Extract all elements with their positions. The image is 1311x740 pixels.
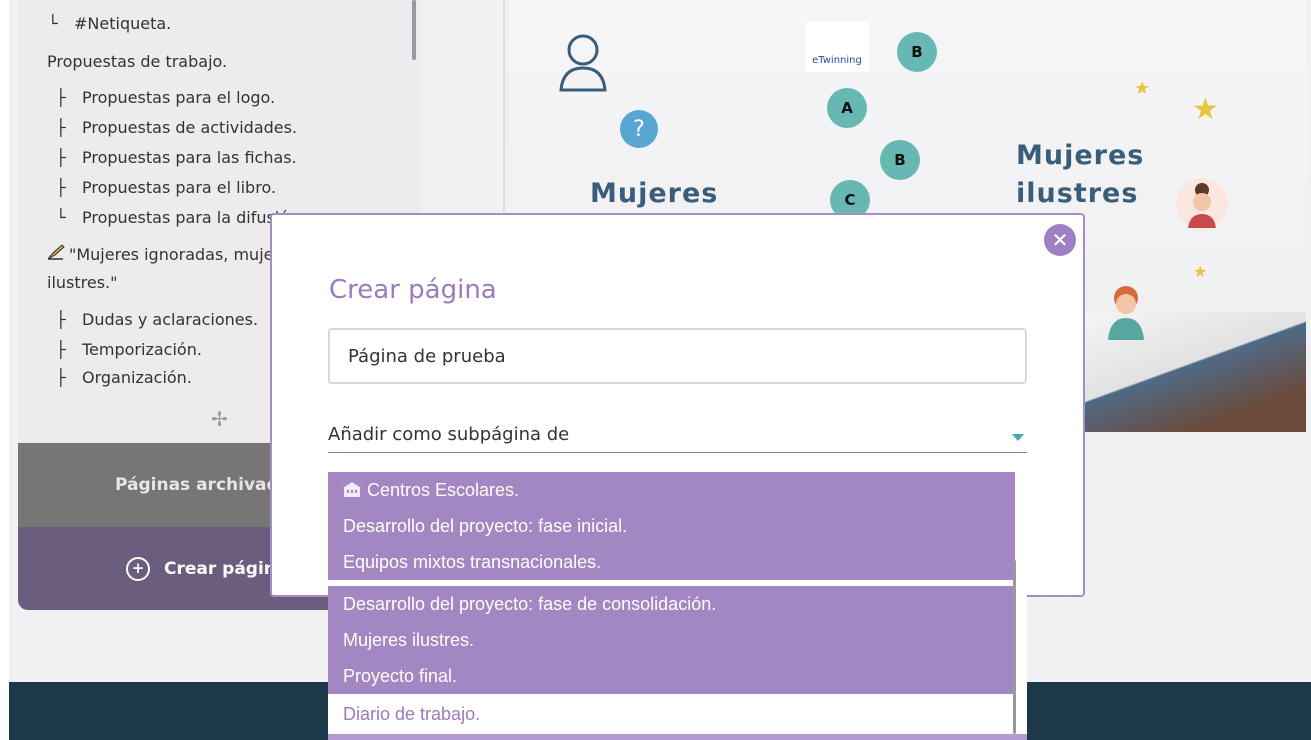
close-icon[interactable]: ✕ (1044, 224, 1076, 256)
etwinning-logo-text: eTwinning (812, 55, 862, 66)
dropdown-option[interactable]: Diario de trabajo. (328, 696, 1015, 732)
tree-item-organizacion[interactable]: ├ Organización. (56, 368, 192, 387)
tree-scrollbar[interactable] (412, 0, 416, 60)
tree-item-label: Propuestas de actividades. (82, 118, 298, 137)
tree-branch-icon: ├ (56, 340, 66, 359)
create-page-label: Crear página (164, 558, 288, 579)
pencil-hand-icon (47, 244, 67, 264)
question-icon: ? (620, 110, 658, 148)
page-name-input[interactable] (328, 328, 1027, 384)
dropdown-option[interactable]: Mujeres ilustres. (328, 622, 1015, 658)
dropdown-option[interactable]: Desarrollo del proyecto: fase inicial. (328, 508, 1015, 544)
dropdown-option-label: Equipos mixtos transnacionales. (343, 551, 602, 572)
letter-bubble: B (880, 140, 920, 180)
tree-branch-icon: └ (56, 208, 66, 227)
tree-item-libro[interactable]: ├ Propuestas para el libro. (56, 178, 276, 197)
tree-branch-icon: ├ (56, 118, 66, 137)
tree-item-label: Propuestas de trabajo. (47, 52, 228, 71)
parent-page-select[interactable]: Añadir como subpágina de (328, 424, 569, 445)
tree-item-mujeres-ignoradas-cont[interactable]: ilustres." (47, 273, 118, 292)
plus-circle-icon: + (126, 556, 150, 581)
tree-item-label: Dudas y aclaraciones. (82, 310, 259, 329)
dropdown-option[interactable]: Centros Escolares. (328, 472, 1015, 508)
dropdown-option-label: Desarrollo del proyecto: fase inicial. (343, 515, 628, 536)
tree-item-fichas[interactable]: ├ Propuestas para las fichas. (56, 148, 297, 167)
etwinning-logo: eTwinning (805, 22, 869, 72)
dropdown-option[interactable]: Proyecto final. (328, 658, 1015, 694)
parent-page-dropdown: Centros Escolares. Desarrollo del proyec… (328, 460, 1027, 740)
tree-item-label: Propuestas para las fichas. (82, 148, 297, 167)
tree-item-label: #Netiqueta. (74, 14, 172, 33)
dropdown-option[interactable]: Desarrollo del proyecto: fase de consoli… (328, 586, 1015, 622)
tree-item-label: "Mujeres ignoradas, mujeres (69, 245, 298, 264)
tree-item-dudas[interactable]: ├ Dudas y aclaraciones. (56, 310, 258, 329)
woman-glasses-icon (1176, 178, 1228, 230)
banner-title-left: Mujeres (590, 178, 719, 209)
star-icon: ★ (1134, 78, 1151, 99)
tree-branch-icon: ├ (56, 368, 66, 387)
dropdown-option-label: Centros Escolares. (367, 479, 520, 500)
tree-item-label: Propuestas para el logo. (82, 88, 276, 107)
tree-item-label: Propuestas para el libro. (82, 178, 277, 197)
dropdown-option-label: Proyecto final. (343, 665, 458, 686)
banner-title-right-2: ilustres (1016, 178, 1139, 209)
dropdown-option[interactable]: Equipos mixtos transnacionales. (328, 544, 1015, 580)
woman-avatar-icon (559, 34, 607, 92)
dropdown-option-label: Desarrollo del proyecto: fase de consoli… (343, 593, 717, 614)
caret-down-icon[interactable] (1012, 434, 1024, 441)
school-icon (343, 482, 361, 498)
dialog-title: Crear página (329, 275, 497, 305)
tree-item-difusion[interactable]: └ Propuestas para la difusión. (56, 208, 304, 227)
select-underline (328, 452, 1027, 453)
woman-reading-icon (1108, 286, 1144, 340)
dropdown-bottom-border (328, 734, 1027, 740)
tree-item-actividades[interactable]: ├ Propuestas de actividades. (56, 118, 297, 137)
star-icon: ★ (1192, 92, 1219, 127)
tree-branch-icon: └ (48, 14, 58, 33)
column-divider (503, 0, 505, 212)
tree-branch-icon: ├ (56, 88, 66, 107)
tree-item-propuestas-trabajo[interactable]: Propuestas de trabajo. (47, 52, 227, 71)
tree-item-mujeres-ignoradas[interactable]: "Mujeres ignoradas, mujeres (47, 244, 298, 264)
tree-item-label: Temporización. (82, 340, 202, 359)
star-icon: ★ (1193, 262, 1208, 281)
tree-item-label: Organización. (82, 368, 192, 387)
tree-branch-icon: ├ (56, 148, 66, 167)
tree-item-netiqueta[interactable]: └ #Netiqueta. (48, 14, 171, 33)
dropdown-option-label: Diario de trabajo. (343, 703, 481, 724)
tree-branch-icon: ├ (56, 178, 66, 197)
dropdown-scrollbar[interactable] (1013, 560, 1016, 734)
tree-branch-icon: ├ (56, 310, 66, 329)
tree-item-logo[interactable]: ├ Propuestas para el logo. (56, 88, 275, 107)
letter-bubble: B (897, 32, 937, 72)
tree-item-temporizacion[interactable]: ├ Temporización. (56, 340, 202, 359)
dropdown-option-label: Mujeres ilustres. (343, 629, 475, 650)
banner-title-right-1: Mujeres (1016, 140, 1145, 171)
tree-item-label: ilustres." (47, 273, 118, 292)
letter-bubble: A (827, 88, 867, 128)
